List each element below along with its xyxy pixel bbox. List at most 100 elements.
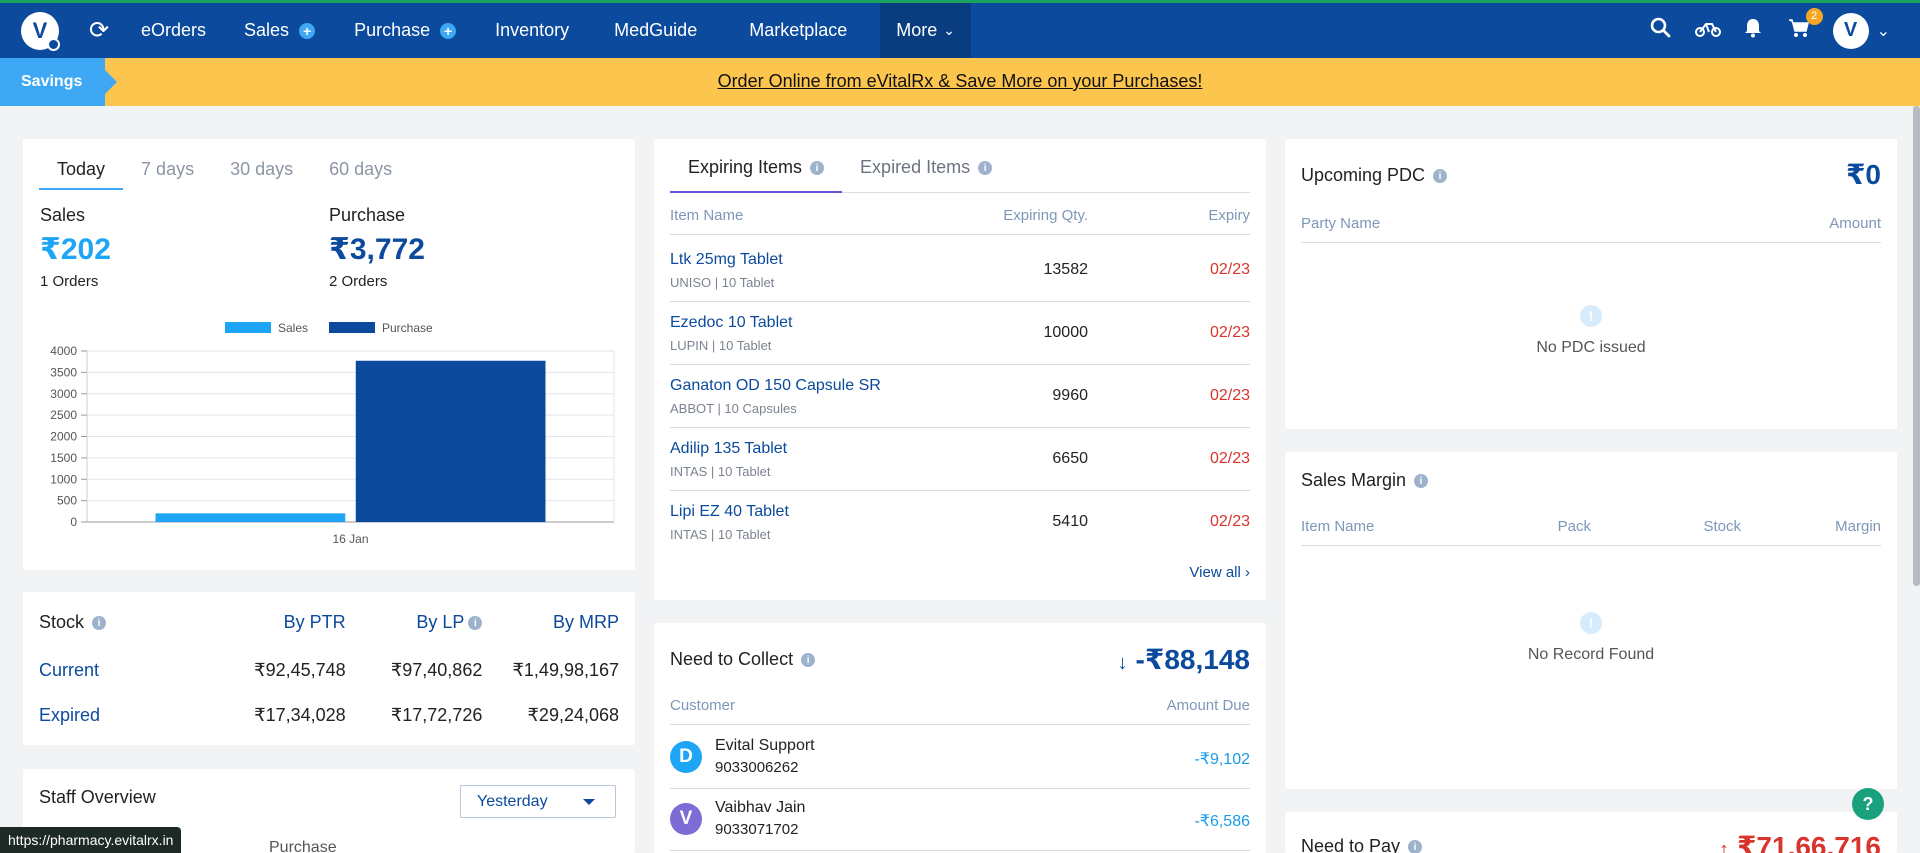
stock-value: ₹97,40,862 (390, 660, 483, 680)
user-avatar[interactable]: V (1832, 12, 1869, 49)
customer-name: Vaibhav Jain (715, 799, 806, 816)
col-item-name: Item Name (1301, 518, 1375, 535)
nav-eorders[interactable]: eOrders (141, 3, 206, 58)
evitalrx-logo[interactable]: V (21, 11, 60, 51)
nav-marketplace-label: Marketplace (749, 20, 848, 40)
chart-y-tick-label: 1500 (50, 451, 77, 465)
stock-value: ₹29,24,068 (527, 705, 620, 725)
item-manufacturer: ABBOT | 10 Capsules (670, 401, 797, 416)
tab-today[interactable]: Today (39, 153, 124, 190)
chart-y-tick-label: 3500 (50, 365, 77, 379)
savings-banner: Order Online from eVitalRx & Save More o… (0, 58, 1920, 106)
chart-legend-label: Sales (278, 321, 308, 335)
pdc-empty-text: No PDC issued (1536, 339, 1646, 356)
by-mrp-header[interactable]: By MRP (482, 612, 619, 633)
chart-x-tick-label: 16 Jan (332, 532, 368, 546)
tab-expiring-items[interactable]: Expiring Items i (670, 149, 843, 193)
pdc-title-text: Upcoming PDC (1301, 165, 1426, 185)
pdc-title: Upcoming PDC i (1301, 165, 1448, 186)
stock-title-text: Stock (39, 612, 85, 632)
col-pack: Pack (1557, 518, 1591, 535)
item-manufacturer: INTAS | 10 Tablet (670, 527, 771, 542)
margin-table-header: Item Name Pack Stock Margin (1301, 518, 1881, 546)
nav-medguide[interactable]: MedGuide (614, 3, 697, 58)
col-margin: Margin (1835, 518, 1881, 535)
item-qty: 5410 (1052, 513, 1088, 530)
info-icon[interactable]: i (978, 161, 993, 176)
tab-60-days[interactable]: 60 days (311, 153, 410, 190)
chevron-down-icon[interactable]: ⌄ (1877, 21, 1890, 41)
nav-purchase[interactable]: Purchase + (354, 3, 457, 58)
delivery-bike-icon[interactable] (1694, 18, 1721, 44)
view-all-link[interactable]: View all › (1189, 564, 1250, 581)
nav-more[interactable]: More ⌄ (880, 3, 972, 58)
item-qty: 13582 (1043, 261, 1089, 278)
savings-tag: Savings (0, 58, 117, 106)
staff-purchase-header: Purchase (269, 839, 337, 853)
item-expiry: 02/23 (1209, 324, 1250, 341)
chart-y-tick-label: 3000 (50, 387, 77, 401)
expiry-tabs: Expiring Items i Expired Items i (670, 149, 1250, 193)
nav-sales-label: Sales (244, 20, 290, 40)
stock-expired-row: Expired ₹17,34,028 ₹17,72,726 ₹29,24,068 (39, 705, 619, 726)
item-name[interactable]: Lipi EZ 40 Tablet (670, 503, 789, 521)
info-icon[interactable]: i (1433, 169, 1448, 184)
info-icon[interactable]: i (92, 616, 107, 631)
page-scrollbar[interactable] (1913, 106, 1920, 586)
nav-inventory[interactable]: Inventory (495, 3, 569, 58)
stock-expired-label[interactable]: Expired (39, 705, 209, 726)
chart-y-tick-label: 0 (70, 515, 77, 529)
stock-current-label[interactable]: Current (39, 660, 209, 681)
item-name[interactable]: Ganaton OD 150 Capsule SR (670, 377, 881, 395)
expiring-row[interactable]: Lipi EZ 40 Tablet INTAS | 10 Tablet 5410… (670, 491, 1250, 554)
expiring-row[interactable]: Ltk 25mg Tablet UNISO | 10 Tablet 13582 … (670, 239, 1250, 302)
nav-eorders-label: eOrders (141, 20, 207, 40)
item-name[interactable]: Adilip 135 Tablet (670, 440, 787, 458)
expiring-row[interactable]: Ezedoc 10 Tablet LUPIN | 10 Tablet 10000… (670, 302, 1250, 365)
expiring-row[interactable]: Ganaton OD 150 Capsule SR ABBOT | 10 Cap… (670, 365, 1250, 428)
info-icon[interactable]: i (801, 653, 816, 668)
info-icon[interactable]: i (468, 616, 483, 631)
info-icon: ! (1580, 612, 1602, 634)
savings-promo-link[interactable]: Order Online from eVitalRx & Save More o… (0, 71, 1920, 92)
item-name[interactable]: Ezedoc 10 Tablet (670, 314, 792, 332)
chart-y-tick-label: 2500 (50, 408, 77, 422)
stock-card: Stock i By PTR By LP i By MRP Current ₹92,… (23, 592, 635, 745)
tab-expired-items[interactable]: Expired Items i (842, 149, 1010, 193)
nav-marketplace[interactable]: Marketplace (749, 3, 847, 58)
tab-expiring-label: Expiring Items (688, 157, 803, 177)
nav-sales[interactable]: Sales + (244, 3, 316, 58)
staff-period-select[interactable]: Yesterday (460, 785, 616, 818)
sales-metric: Sales ₹202 1 Orders (40, 205, 111, 290)
help-button[interactable]: ? (1852, 788, 1884, 820)
pdc-amount: ₹0 (1845, 159, 1881, 190)
bell-icon[interactable] (1741, 18, 1765, 44)
tab-30-days[interactable]: 30 days (212, 153, 311, 190)
logo-dot (47, 37, 60, 51)
stock-title: Stock i (39, 612, 209, 633)
tab-expired-label: Expired Items (860, 157, 971, 177)
info-icon[interactable]: i (1408, 840, 1423, 853)
info-icon[interactable]: i (1414, 474, 1429, 489)
by-lp-header[interactable]: By LP i (346, 612, 483, 633)
refresh-icon[interactable]: ⟳ (85, 16, 113, 45)
search-icon[interactable] (1649, 17, 1673, 44)
col-stock: Stock (1703, 518, 1741, 535)
expiring-row[interactable]: Adilip 135 Tablet INTAS | 10 Tablet 6650… (670, 428, 1250, 491)
customer-row[interactable]: D Evital Support 9033006262 -₹9,102 (670, 727, 1250, 789)
expiring-items-card: Expiring Items i Expired Items i Item Name… (654, 139, 1266, 600)
stock-value: ₹17,72,726 (390, 705, 483, 725)
by-ptr-header[interactable]: By PTR (209, 612, 346, 633)
customer-row[interactable]: V Vaibhav Jain 9033071702 -₹6,586 (670, 789, 1250, 851)
add-purchase-icon[interactable]: + (440, 22, 457, 39)
caret-down-icon (583, 799, 595, 805)
add-sales-icon[interactable]: + (299, 22, 316, 39)
sales-margin-card: Sales Margin i Item Name Pack Stock Margi… (1285, 452, 1897, 789)
customer-phone: 9033071702 (715, 821, 799, 838)
pay-title-text: Need to Pay (1301, 836, 1401, 853)
cart-icon[interactable]: 2 (1787, 7, 1823, 44)
customer-amount: -₹6,586 (1194, 813, 1250, 830)
item-name[interactable]: Ltk 25mg Tablet (670, 251, 783, 269)
info-icon[interactable]: i (810, 161, 825, 176)
tab-7-days[interactable]: 7 days (123, 153, 212, 190)
